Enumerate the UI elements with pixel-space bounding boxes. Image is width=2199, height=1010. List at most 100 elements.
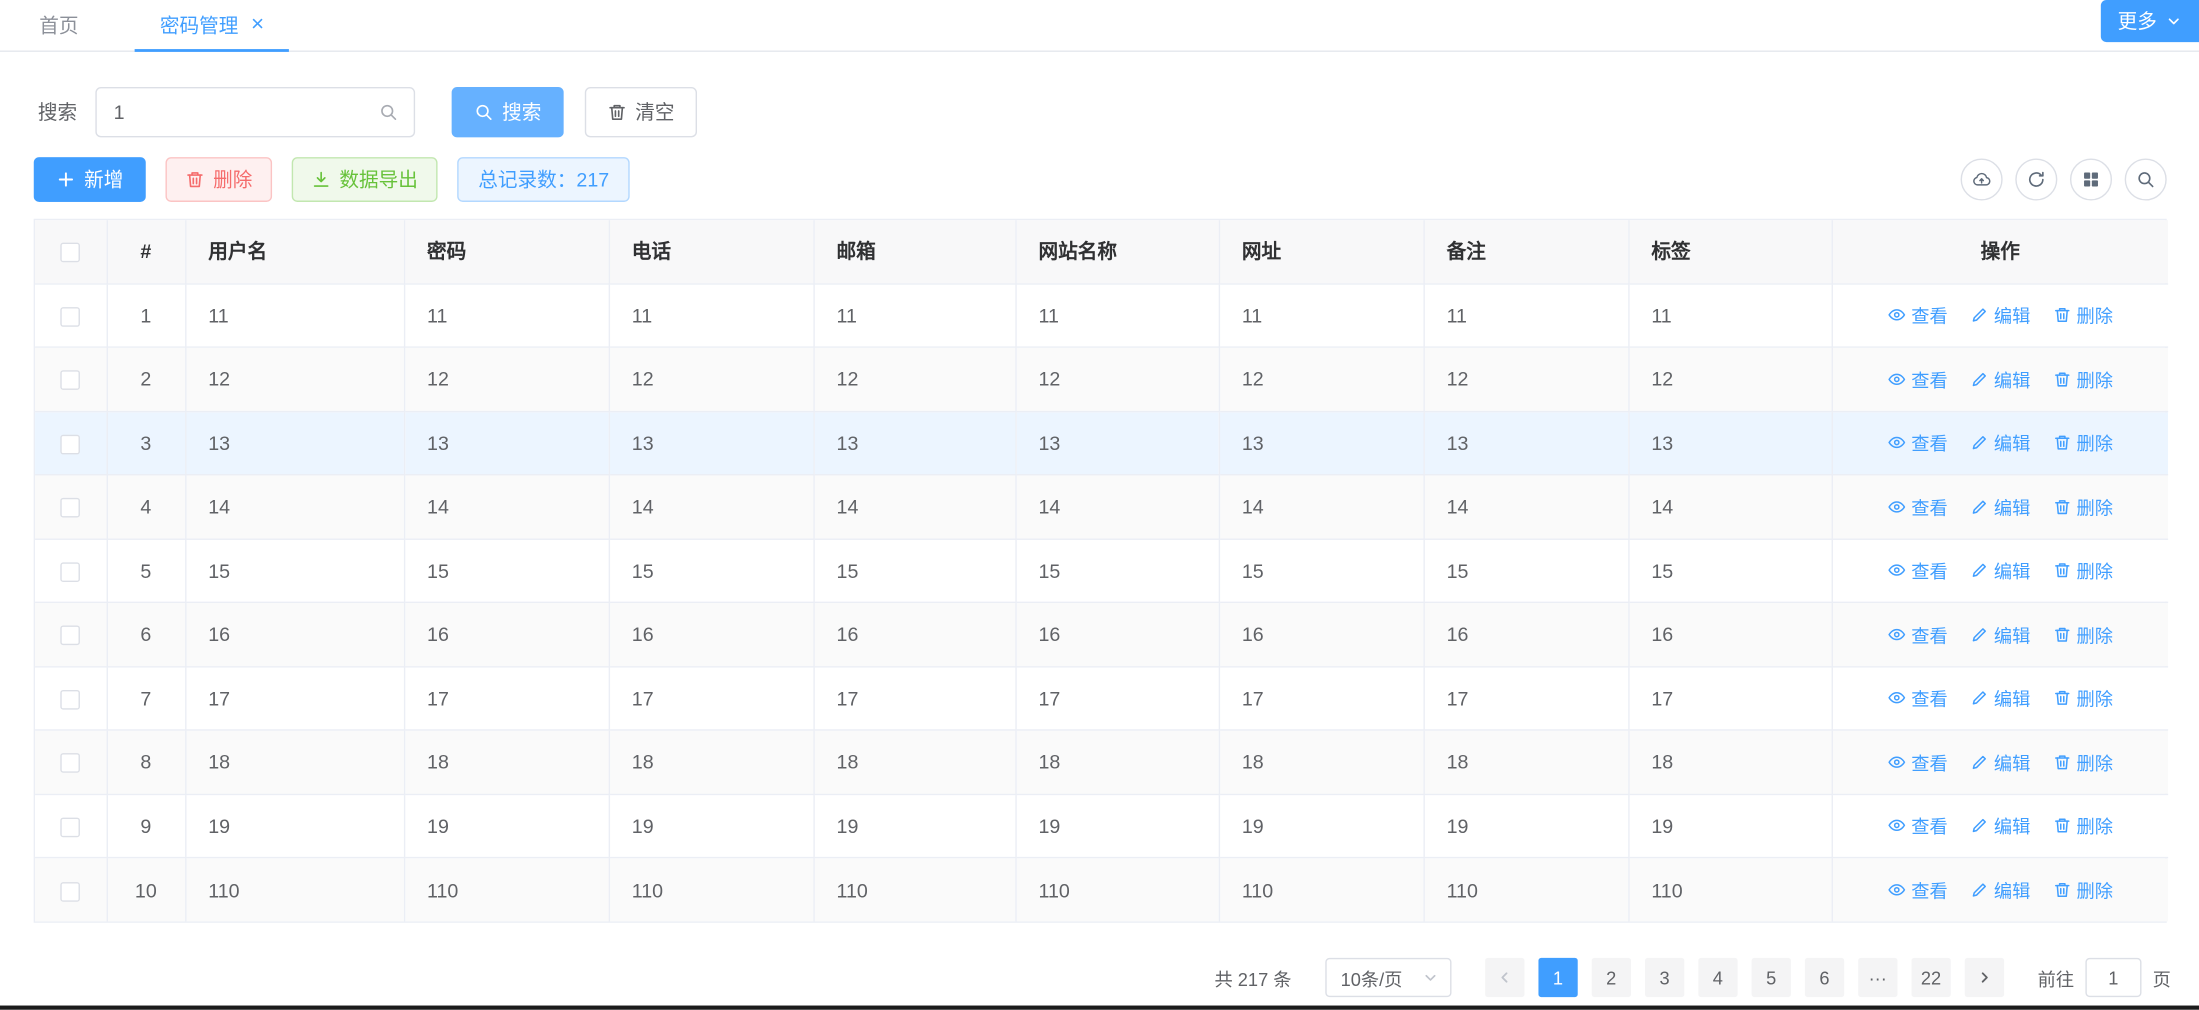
clear-button[interactable]: 清空 <box>585 87 697 137</box>
export-button[interactable]: 数据导出 <box>292 157 438 202</box>
add-button[interactable]: 新增 <box>34 157 146 202</box>
table-row[interactable]: 10 110 110 110 110 110 110 110 110 查看 编辑 <box>35 858 2168 922</box>
view-action-label: 查看 <box>1911 877 1947 904</box>
page-button-4[interactable]: 4 <box>1698 958 1737 997</box>
view-action[interactable]: 查看 <box>1887 493 1947 520</box>
delete-action-label: 删除 <box>2076 877 2112 904</box>
view-action[interactable]: 查看 <box>1887 366 1947 393</box>
delete-action[interactable]: 删除 <box>2053 429 2113 456</box>
edit-action[interactable]: 编辑 <box>1970 493 2030 520</box>
trash-icon <box>2053 689 2071 707</box>
edit-action[interactable]: 编辑 <box>1970 366 2030 393</box>
table-header-row: # 用户名 密码 电话 邮箱 网站名称 网址 备注 标签 操作 <box>35 220 2168 283</box>
goto-page-input[interactable] <box>2085 958 2141 997</box>
table-search-button[interactable] <box>2125 158 2167 200</box>
delete-action[interactable]: 删除 <box>2053 493 2113 520</box>
row-checkbox[interactable] <box>61 371 81 391</box>
table-row[interactable]: 3 13 13 13 13 13 13 13 13 查看 编辑 删除 <box>35 411 2168 475</box>
edit-action[interactable]: 编辑 <box>1970 429 2030 456</box>
edit-action[interactable]: 编辑 <box>1970 302 2030 329</box>
view-action-label: 查看 <box>1911 557 1947 584</box>
row-checkbox[interactable] <box>61 307 81 327</box>
next-page-button[interactable] <box>1965 958 2004 997</box>
tab-password-management[interactable]: 密码管理 × <box>135 0 290 50</box>
delete-action[interactable]: 删除 <box>2053 366 2113 393</box>
delete-action[interactable]: 删除 <box>2053 621 2113 648</box>
row-cell: 15 <box>1219 539 1424 603</box>
view-action[interactable]: 查看 <box>1887 302 1947 329</box>
edit-action[interactable]: 编辑 <box>1970 877 2030 904</box>
edit-action[interactable]: 编辑 <box>1970 812 2030 839</box>
view-action-label: 查看 <box>1911 749 1947 776</box>
edit-action[interactable]: 编辑 <box>1970 749 2030 776</box>
more-button[interactable]: 更多 <box>2101 0 2199 42</box>
delete-button[interactable]: 删除 <box>165 157 272 202</box>
row-cell: 14 <box>609 475 814 539</box>
row-cell: 15 <box>185 539 404 603</box>
search-input[interactable] <box>95 87 415 137</box>
table-row[interactable]: 7 17 17 17 17 17 17 17 17 查看 编辑 删除 <box>35 666 2168 730</box>
edit-action[interactable]: 编辑 <box>1970 557 2030 584</box>
delete-action[interactable]: 删除 <box>2053 877 2113 904</box>
page-button-2[interactable]: 2 <box>1592 958 1631 997</box>
row-checkbox[interactable] <box>61 817 81 837</box>
row-cell: 11 <box>1015 283 1218 347</box>
page-button-22[interactable]: 22 <box>1911 958 1950 997</box>
edit-action[interactable]: 编辑 <box>1970 685 2030 712</box>
table-row[interactable]: 8 18 18 18 18 18 18 18 18 查看 编辑 删除 <box>35 730 2168 794</box>
row-cell: 18 <box>813 730 1015 794</box>
table-row[interactable]: 6 16 16 16 16 16 16 16 16 查看 编辑 删除 <box>35 602 2168 666</box>
delete-action[interactable]: 删除 <box>2053 749 2113 776</box>
columns-button[interactable] <box>2070 158 2112 200</box>
page-button-6[interactable]: 6 <box>1805 958 1844 997</box>
search-button[interactable]: 搜索 <box>452 87 564 137</box>
table-row[interactable]: 4 14 14 14 14 14 14 14 14 查看 编辑 删除 <box>35 475 2168 539</box>
table-row[interactable]: 2 12 12 12 12 12 12 12 12 查看 编辑 删除 <box>35 347 2168 411</box>
table-row[interactable]: 9 19 19 19 19 19 19 19 19 查看 编辑 删除 <box>35 794 2168 858</box>
page-ellipsis[interactable]: ··· <box>1858 958 1897 997</box>
row-checkbox[interactable] <box>61 690 81 710</box>
row-cell: 19 <box>813 794 1015 858</box>
row-cell: 16 <box>185 602 404 666</box>
pagination: 共 217 条 10条/页 123456···22 前往 页 <box>1214 958 2170 997</box>
search-icon <box>474 102 494 122</box>
view-action[interactable]: 查看 <box>1887 557 1947 584</box>
cloud-button[interactable] <box>1961 158 2003 200</box>
view-action[interactable]: 查看 <box>1887 685 1947 712</box>
edit-action[interactable]: 编辑 <box>1970 621 2030 648</box>
row-cell: 17 <box>813 666 1015 730</box>
tab-close-icon[interactable]: × <box>251 14 264 36</box>
row-cell: 17 <box>185 666 404 730</box>
page-button-3[interactable]: 3 <box>1645 958 1684 997</box>
row-checkbox[interactable] <box>61 882 81 902</box>
header-index: # <box>107 220 186 283</box>
table-row[interactable]: 5 15 15 15 15 15 15 15 15 查看 编辑 删除 <box>35 539 2168 603</box>
tab-home[interactable]: 首页 <box>20 0 99 50</box>
view-action[interactable]: 查看 <box>1887 877 1947 904</box>
row-checkbox[interactable] <box>61 498 81 518</box>
select-all-checkbox[interactable] <box>61 243 81 263</box>
row-checkbox[interactable] <box>61 435 81 455</box>
view-action[interactable]: 查看 <box>1887 429 1947 456</box>
row-cell: 15 <box>404 539 609 603</box>
view-action[interactable]: 查看 <box>1887 812 1947 839</box>
table-row[interactable]: 1 11 11 11 11 11 11 11 11 查看 编辑 删除 <box>35 283 2168 347</box>
prev-page-button[interactable] <box>1485 958 1524 997</box>
row-checkbox[interactable] <box>61 562 81 582</box>
eye-icon <box>1887 561 1905 579</box>
delete-action[interactable]: 删除 <box>2053 685 2113 712</box>
page-button-5[interactable]: 5 <box>1752 958 1791 997</box>
view-action[interactable]: 查看 <box>1887 621 1947 648</box>
page-button-1[interactable]: 1 <box>1538 958 1577 997</box>
delete-action[interactable]: 删除 <box>2053 557 2113 584</box>
trash-icon <box>2053 370 2071 388</box>
row-checkbox[interactable] <box>61 626 81 646</box>
refresh-button[interactable] <box>2015 158 2057 200</box>
delete-action[interactable]: 删除 <box>2053 302 2113 329</box>
row-checkbox[interactable] <box>61 754 81 774</box>
page-size-select[interactable]: 10条/页 <box>1325 958 1451 997</box>
delete-action[interactable]: 删除 <box>2053 812 2113 839</box>
trash-icon <box>2053 561 2071 579</box>
view-action[interactable]: 查看 <box>1887 749 1947 776</box>
row-cell: 11 <box>1423 283 1628 347</box>
